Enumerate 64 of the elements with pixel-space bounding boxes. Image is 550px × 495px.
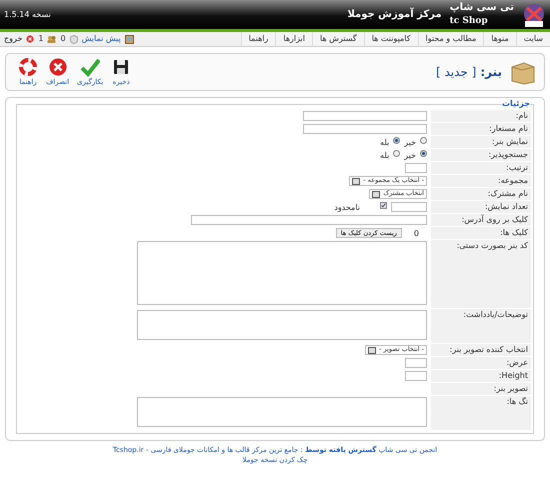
field-label: تصویر بنر: <box>494 384 528 393</box>
preview-icon <box>124 34 134 44</box>
radio-button[interactable] <box>393 137 400 144</box>
field-label: تگ ها: <box>506 397 528 406</box>
menu-item[interactable]: منوها <box>483 32 516 46</box>
field-label: نام مستعار: <box>489 124 528 133</box>
text-field[interactable] <box>391 202 427 212</box>
text-field[interactable] <box>405 371 427 381</box>
menu-item[interactable]: ابزارها <box>275 32 312 46</box>
lifebuoy-icon <box>18 56 38 77</box>
menu-item[interactable]: گسترش ها <box>312 32 364 46</box>
menu-item[interactable]: سایت <box>516 32 550 46</box>
field-label: نام مشترک: <box>488 189 528 198</box>
text-area[interactable] <box>137 397 427 427</box>
text-area[interactable] <box>137 241 427 305</box>
brand-latin: tc Shop <box>450 15 489 28</box>
menu-item[interactable]: راهنما <box>240 32 276 46</box>
option-label: خیر <box>404 150 416 162</box>
field-label: کد بنر بصورت دستی: <box>456 241 528 250</box>
option-label: بله <box>380 150 390 162</box>
shield-icon <box>70 34 78 44</box>
field-label: Height: <box>498 371 528 380</box>
text-field[interactable] <box>191 215 427 225</box>
field-label: انتخاب کننده تصویر بنر: <box>450 345 528 354</box>
field-label: نام: <box>516 111 528 120</box>
option-label: بله <box>380 137 390 149</box>
logo-icon <box>522 2 546 28</box>
text-area[interactable] <box>137 310 427 340</box>
text-field[interactable] <box>303 124 427 134</box>
preview-link[interactable]: پیش نمایش <box>82 33 121 45</box>
field-label: عرض: <box>506 358 528 367</box>
radio-button[interactable] <box>420 137 427 144</box>
text-field[interactable] <box>405 358 427 368</box>
section-legend: جزئیات <box>502 98 530 110</box>
site-title: مرکز آموزش جوملا <box>347 7 442 22</box>
field-label: ترتیب: <box>506 163 528 172</box>
field-label: مجموعه: <box>498 176 528 185</box>
version-label: نسخه 1.5.14 <box>4 8 51 20</box>
users-icon <box>47 35 56 43</box>
radio-button[interactable] <box>393 150 400 157</box>
text-field[interactable] <box>405 163 427 173</box>
menu-item[interactable]: کامپوننت ها <box>364 32 418 46</box>
message-count: 0 <box>60 33 66 45</box>
checkbox-label: نامحدود <box>334 202 360 214</box>
field-label: کلیک ها: <box>500 228 528 237</box>
field-label: توضیحات/یادداشت: <box>463 310 528 319</box>
field-label: نمایش بنر: <box>492 137 528 146</box>
user-count: 1 <box>38 33 44 45</box>
field-label: کلیک بر روی آدرس: <box>462 215 528 224</box>
checkbox[interactable] <box>380 202 387 209</box>
field-label: تعداد نمایش: <box>484 202 528 211</box>
checkmark-icon <box>80 56 100 77</box>
text-field[interactable] <box>303 111 427 121</box>
field-label: جستجوپذیر: <box>488 150 528 159</box>
click-count: 0 <box>414 228 419 240</box>
logout-icon <box>26 35 34 43</box>
brand-name: تی سی شاپ <box>450 1 514 16</box>
logout-link[interactable]: خروج <box>4 33 22 45</box>
option-label: خیر <box>404 137 416 149</box>
page-title: بنر: <box>480 64 502 81</box>
radio-button[interactable] <box>420 150 427 157</box>
menu-item[interactable]: مطالب و محتوا <box>418 32 484 46</box>
page-subtitle: [ جدید ] <box>436 64 476 81</box>
cancel-icon <box>48 56 68 77</box>
